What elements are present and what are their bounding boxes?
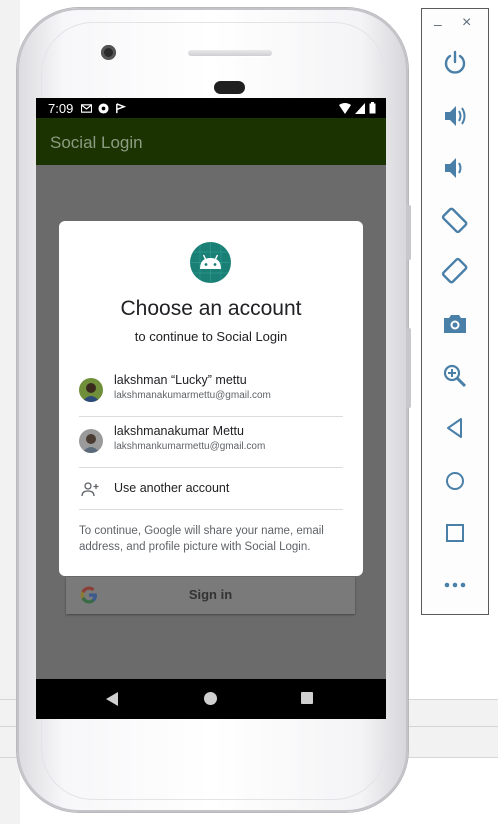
navigation-bar: [36, 679, 386, 719]
screenshot-button[interactable]: [441, 310, 469, 338]
close-button[interactable]: ×: [462, 14, 471, 32]
account-email: lakshmanakumarmettu@gmail.com: [114, 390, 271, 401]
emulator-toolbar: – ×: [421, 8, 489, 615]
divider: [79, 467, 343, 468]
side-button: [406, 205, 411, 260]
dialog-footer-text: To continue, Google will share your name…: [79, 525, 324, 553]
rotate-right-icon: [441, 257, 468, 284]
volume-down-icon: [445, 158, 462, 178]
nav-back-icon[interactable]: [106, 692, 119, 706]
more-icon: [444, 582, 466, 588]
divider: [79, 509, 343, 510]
home-button[interactable]: [441, 467, 469, 495]
overview-button[interactable]: [441, 519, 469, 547]
back-icon: [447, 418, 462, 438]
avatar: [79, 429, 103, 453]
signal-icon: [355, 102, 365, 114]
dialog-subtitle: to continue to Social Login: [134, 329, 288, 344]
overview-icon: [446, 524, 464, 542]
front-camera: [101, 45, 116, 60]
zoom-icon: [443, 364, 467, 388]
chrome-notification-icon: [98, 102, 109, 114]
more-button[interactable]: [441, 571, 469, 599]
use-another-account-button[interactable]: Use another account: [79, 469, 343, 509]
account-row[interactable]: lakshman “Lucky” mettu lakshmanakumarmet…: [79, 366, 343, 416]
camera-icon: [444, 315, 466, 333]
account-name: lakshman “Lucky” mettu: [114, 373, 247, 387]
minimize-button[interactable]: –: [434, 16, 442, 32]
add-person-icon: [81, 482, 99, 497]
status-time: 7:09: [48, 100, 74, 116]
status-bar: 7:09: [36, 98, 386, 118]
zoom-button[interactable]: [441, 362, 469, 390]
sign-in-label: Sign in: [188, 587, 233, 602]
volume-up-button[interactable]: [441, 102, 469, 130]
account-row[interactable]: lakshmanakumar Mettu lakshmankumarmettu@…: [79, 417, 343, 467]
gmail-notification-icon: [81, 103, 93, 113]
app-title: Social Login: [50, 133, 143, 152]
volume-down-button[interactable]: [441, 154, 469, 182]
power-button[interactable]: [441, 49, 469, 77]
nav-home-icon[interactable]: [204, 692, 217, 705]
back-button[interactable]: [441, 414, 469, 442]
wifi-icon: [339, 102, 351, 114]
rotate-right-button[interactable]: [441, 257, 469, 285]
nav-recents-icon[interactable]: [301, 692, 313, 704]
earpiece: [188, 50, 272, 56]
use-another-account-label: Use another account: [114, 481, 230, 495]
dialog-title: Choose an account: [120, 297, 302, 320]
app-bar: Social Login: [36, 118, 386, 165]
side-button: [406, 328, 411, 408]
account-chooser-dialog: Choose an account to continue to Social …: [59, 221, 363, 576]
home-icon: [446, 472, 464, 490]
account-name: lakshmanakumar Mettu: [114, 424, 244, 438]
power-icon: [444, 50, 466, 74]
volume-up-icon: [445, 106, 466, 126]
avatar: [79, 378, 103, 402]
flag-notification-icon: [116, 102, 127, 113]
rotate-left-button[interactable]: [441, 206, 469, 234]
android-logo-icon: [190, 242, 231, 283]
proximity-sensor: [214, 81, 245, 94]
account-email: lakshmankumarmettu@gmail.com: [114, 441, 266, 452]
phone-screen: 7:09 Social Login Sign in Choose an acco…: [36, 98, 386, 719]
google-sign-in-button[interactable]: Sign in: [66, 577, 355, 614]
battery-icon: [369, 102, 376, 114]
rotate-left-icon: [441, 207, 468, 234]
